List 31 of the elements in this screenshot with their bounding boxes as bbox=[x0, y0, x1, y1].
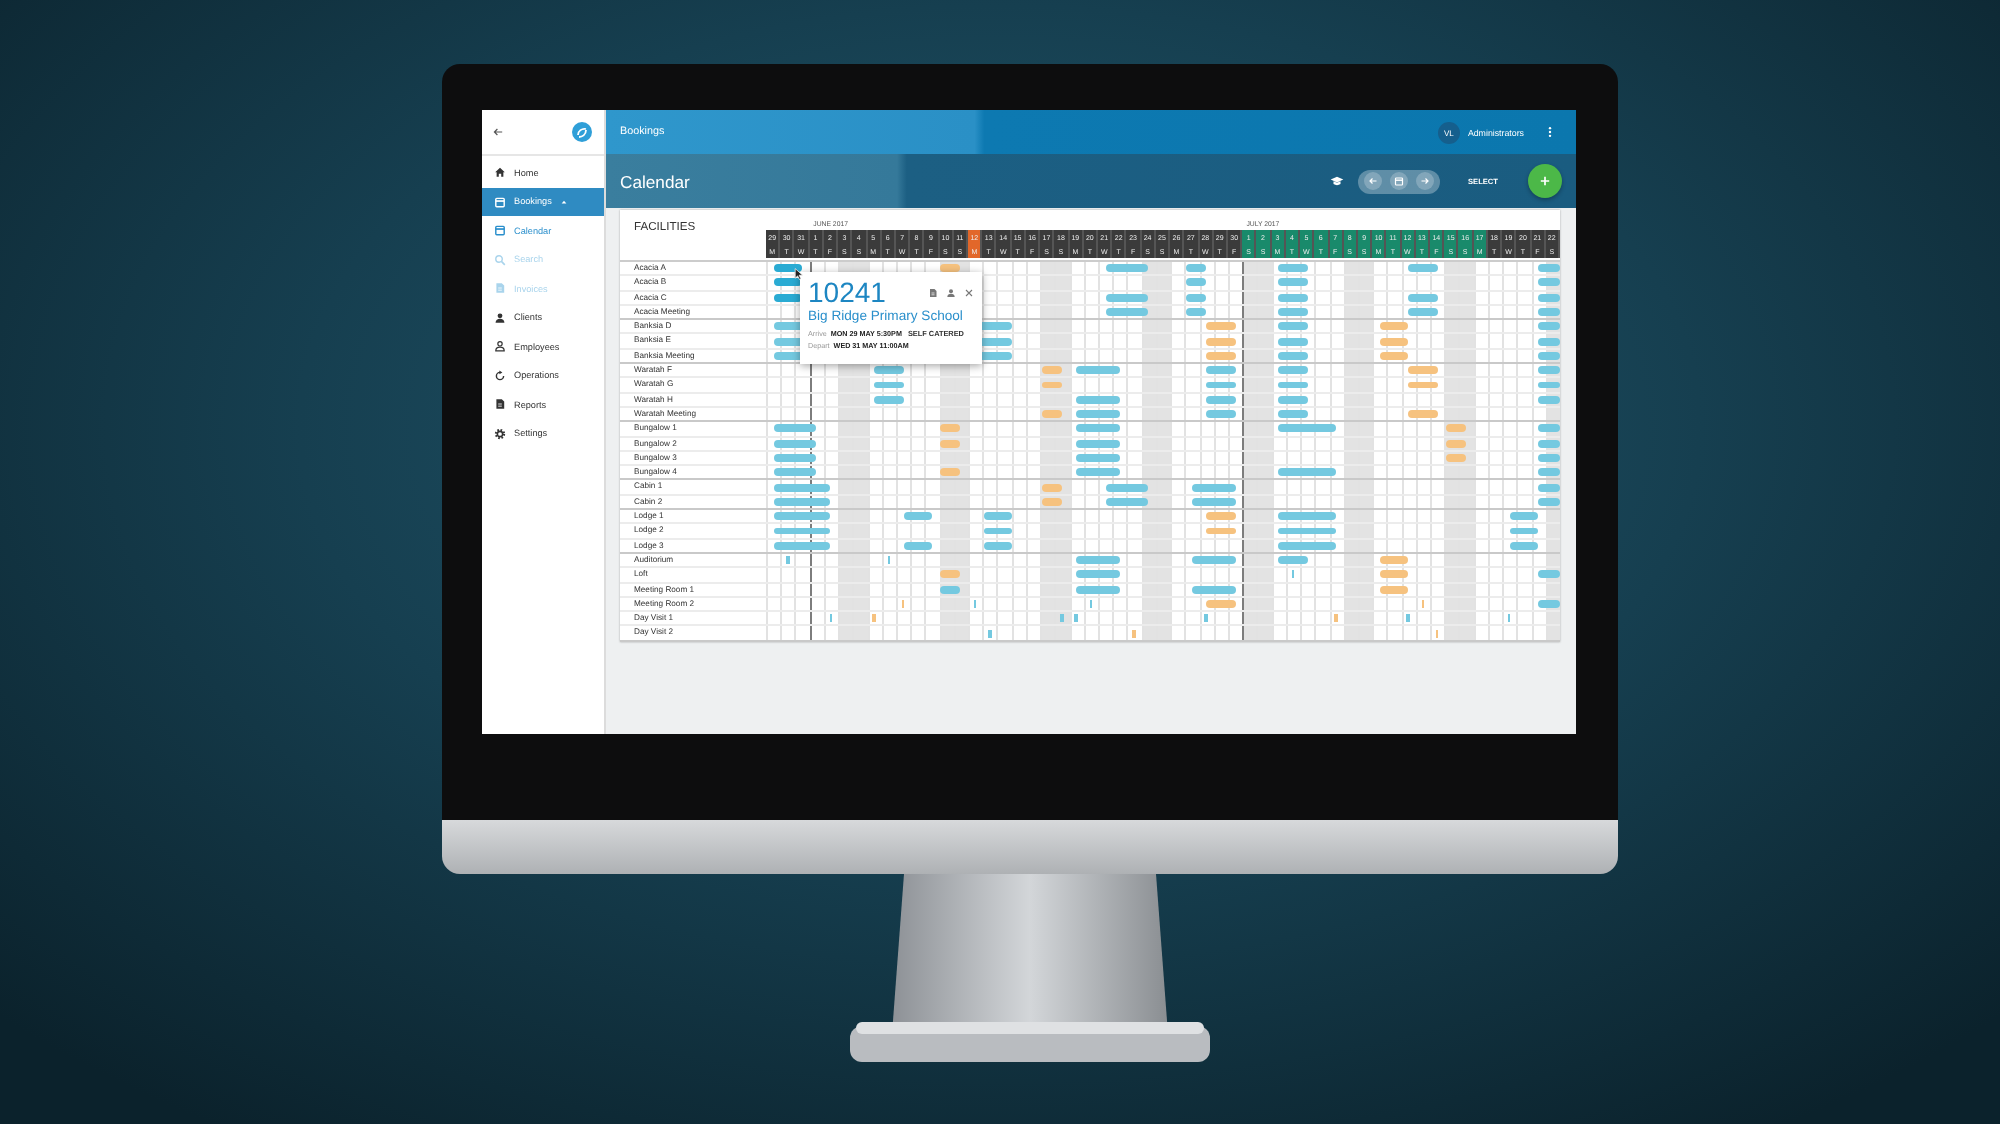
document-icon[interactable] bbox=[928, 287, 938, 297]
previous-button[interactable] bbox=[1364, 172, 1383, 190]
booking-number: 10241 bbox=[808, 276, 886, 308]
booking-bar[interactable] bbox=[773, 264, 803, 273]
search-icon bbox=[494, 253, 506, 266]
mortarboard-icon[interactable] bbox=[1330, 174, 1345, 188]
document-icon bbox=[494, 398, 506, 411]
home-icon bbox=[494, 166, 506, 179]
calendar-button[interactable] bbox=[1390, 172, 1409, 190]
logo-icon bbox=[572, 122, 592, 142]
view-title: Calendar bbox=[620, 171, 690, 191]
calendar-icon bbox=[494, 224, 506, 237]
settings-icon bbox=[494, 427, 506, 440]
person-icon[interactable] bbox=[946, 287, 956, 297]
booking-bar[interactable] bbox=[773, 278, 803, 287]
arrow-right-icon bbox=[1420, 176, 1431, 186]
calendar-icon bbox=[494, 195, 506, 208]
person-outline-icon bbox=[494, 340, 506, 353]
close-icon[interactable] bbox=[964, 287, 974, 297]
arrow-left-icon[interactable] bbox=[492, 126, 504, 138]
calendar-icon bbox=[1394, 176, 1405, 186]
kebab-menu-icon[interactable] bbox=[1544, 126, 1556, 138]
booking-bar[interactable] bbox=[874, 366, 904, 375]
arrow-left-icon bbox=[1368, 176, 1379, 186]
add-button[interactable] bbox=[1528, 164, 1562, 198]
plus-icon bbox=[1538, 174, 1552, 188]
document-icon bbox=[494, 282, 506, 295]
booking-bar[interactable] bbox=[773, 293, 803, 302]
refresh-icon bbox=[494, 369, 506, 382]
next-button[interactable] bbox=[1416, 172, 1435, 190]
person-icon bbox=[494, 311, 506, 324]
